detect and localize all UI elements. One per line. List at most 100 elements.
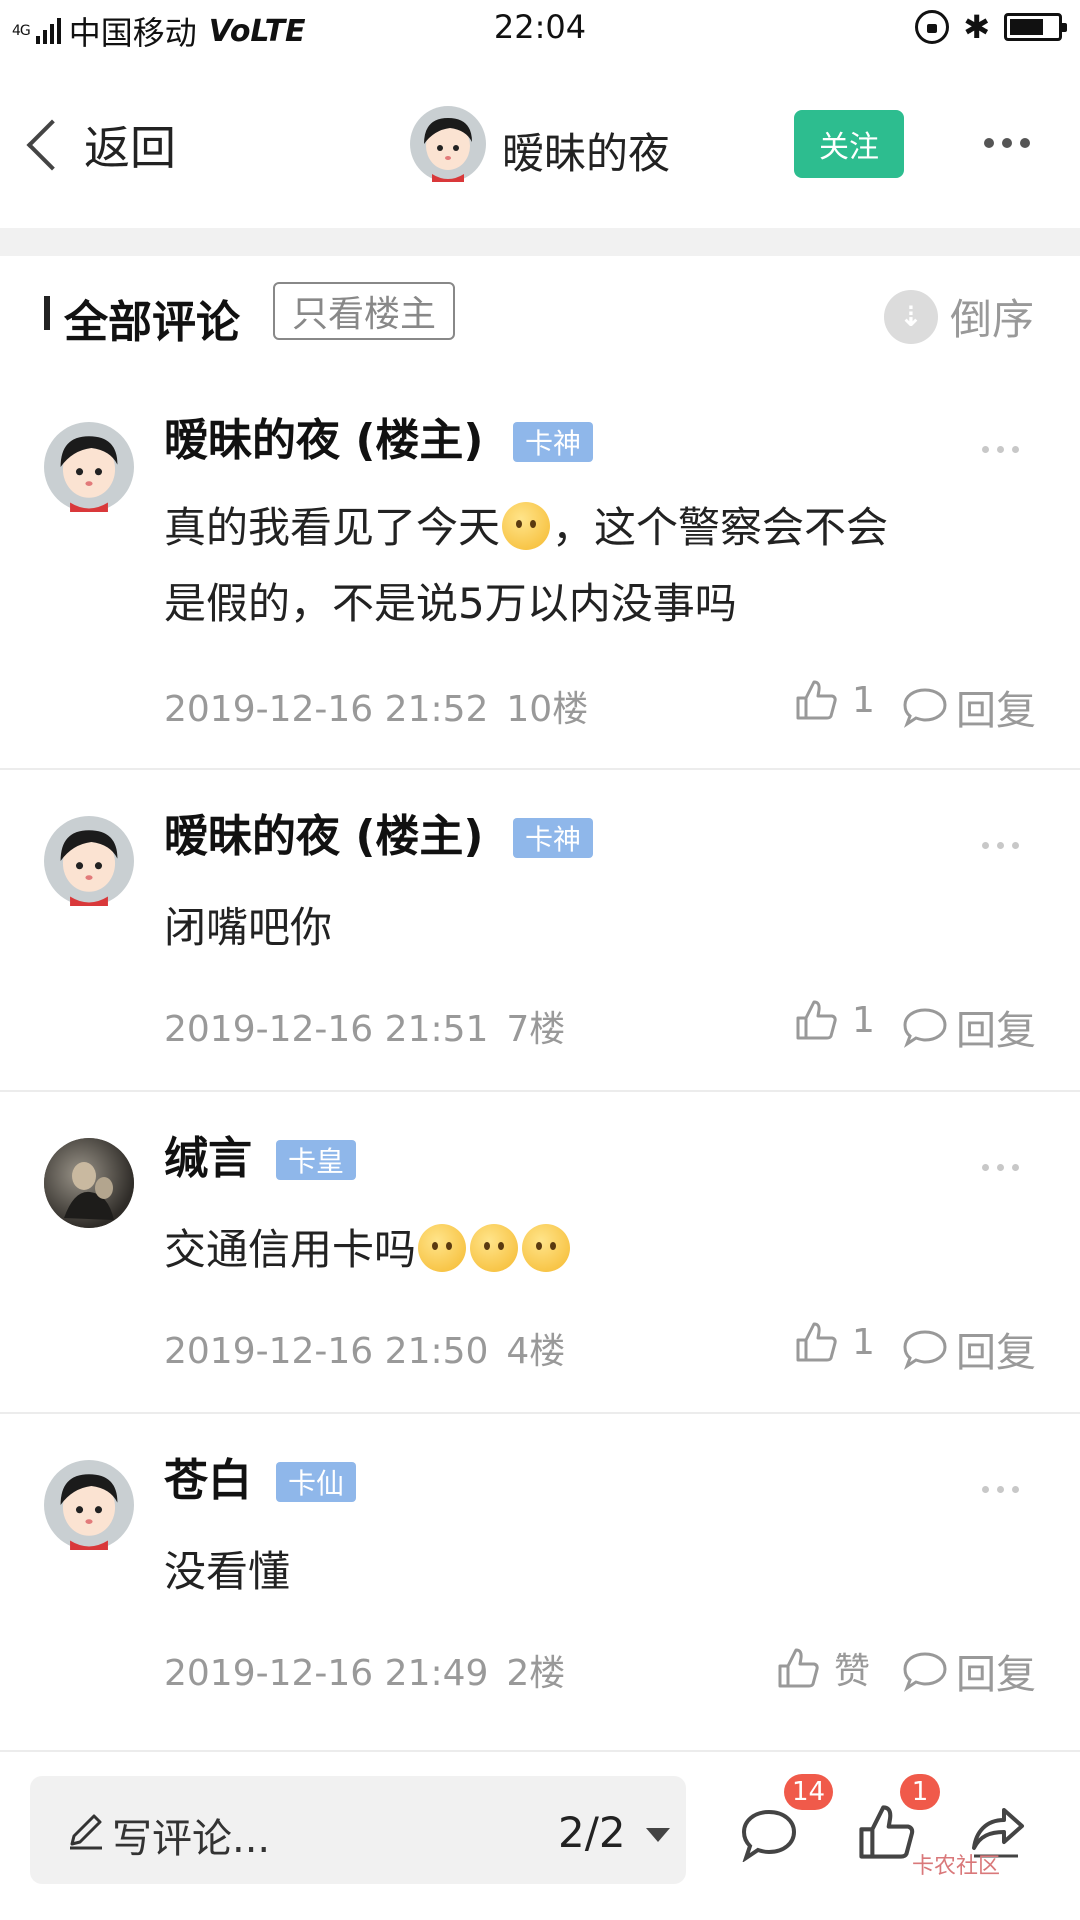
pencil-icon <box>70 1814 102 1850</box>
back-button[interactable]: 返回 <box>22 112 176 178</box>
user-badge: 卡皇 <box>276 1140 357 1180</box>
lock-rotation-icon <box>915 10 950 44</box>
comment-text: 真的我看见了今天 ，这个警察会不会 是假的，不是说5万以内没事吗 <box>164 490 1024 642</box>
comment-meta: 2019-12-16 21:49 2楼 <box>164 1644 565 1696</box>
thumbs-up-icon <box>859 1805 915 1859</box>
status-right: ✱ <box>915 10 1067 44</box>
comments-header: 全部评论 只看楼主 ⇣ 倒序 <box>0 256 1080 366</box>
user-badge: 卡神 <box>513 422 594 462</box>
floor-number: 7楼 <box>506 1009 566 1050</box>
avatar[interactable] <box>44 422 134 516</box>
comment-meta: 2019-12-16 21:50 4楼 <box>164 1322 565 1374</box>
comment-meta: 2019-12-16 21:52 10楼 <box>164 680 588 732</box>
comment-author[interactable]: 暧昧的夜 (楼主) <box>164 404 484 468</box>
comment-author[interactable]: 缄言 <box>164 1122 252 1186</box>
battery-icon <box>1004 13 1067 41</box>
comment-more-icon[interactable] <box>982 1486 1019 1493</box>
user-badge: 卡神 <box>513 818 594 858</box>
chat-bubble-icon <box>903 688 947 728</box>
comment-meta: 2019-12-16 21:51 7楼 <box>164 1000 565 1052</box>
comment-time: 2019-12-16 21:51 <box>164 1009 489 1050</box>
floor-number: 10楼 <box>506 689 589 730</box>
avatar[interactable] <box>44 816 134 910</box>
like-button[interactable]: 1 <box>794 998 875 1042</box>
comments-button[interactable]: 14 <box>740 1774 834 1866</box>
like-button[interactable]: 1 <box>794 1320 875 1364</box>
only-op-button[interactable]: 只看楼主 <box>273 282 455 340</box>
section-divider <box>0 228 1080 256</box>
sort-label: 倒序 <box>950 295 1035 344</box>
like-button[interactable]: 赞 <box>776 1642 870 1694</box>
comment-author[interactable]: 暧昧的夜 (楼主) <box>164 800 484 864</box>
caret-down-icon[interactable] <box>646 1828 670 1842</box>
comment-author[interactable]: 苍白 <box>164 1444 252 1508</box>
floor-number: 4楼 <box>506 1331 566 1372</box>
more-options-icon[interactable] <box>984 138 1030 148</box>
thumbs-up-icon <box>778 1648 819 1688</box>
sort-button[interactable]: ⇣ 倒序 <box>884 286 1034 347</box>
astonished-emoji-icon <box>502 502 551 550</box>
comment-text-part: 交通信用卡吗 <box>164 1225 417 1274</box>
comment-item: 苍白 卡仙 没看懂 2019-12-16 21:49 2楼 赞 回复 <box>0 1414 1080 1734</box>
status-bar: 4G 中国移动 VoLTE 22:04 ✱ <box>0 0 1080 58</box>
like-count: 1 <box>852 999 875 1041</box>
comment-text: 没看懂 <box>164 1547 291 1596</box>
write-comment-input[interactable]: 写评论... 2/2 <box>30 1776 686 1884</box>
avatar[interactable] <box>410 106 486 186</box>
reply-label: 回复 <box>956 1008 1036 1054</box>
comment-item: 暧昧的夜 (楼主) 卡神 闭嘴吧你 2019-12-16 21:51 7楼 1 回… <box>0 770 1080 1090</box>
comment-text-part: ，这个警察会不会 <box>552 503 889 552</box>
comment-more-icon[interactable] <box>982 842 1019 849</box>
bottom-bar: 写评论... 2/2 14 1 卡农社区 <box>0 1750 1080 1920</box>
page-title: 暧昧的夜 <box>502 129 671 178</box>
comment-text-part: 是假的，不是说5万以内没事吗 <box>164 579 737 628</box>
like-count-badge: 1 <box>900 1774 940 1810</box>
comment-text: 闭嘴吧你 <box>164 903 333 952</box>
chat-bubble-icon <box>903 1008 947 1048</box>
chat-bubble-icon <box>903 1330 947 1370</box>
comment-item: 缄言 卡皇 交通信用卡吗 2019-12-16 21:50 4楼 1 回复 <box>0 1092 1080 1412</box>
floor-number: 2楼 <box>506 1653 566 1694</box>
comment-time: 2019-12-16 21:50 <box>164 1331 489 1372</box>
like-label: 赞 <box>834 1651 871 1692</box>
user-badge: 卡仙 <box>276 1462 357 1502</box>
thumbs-up-icon <box>796 1322 837 1362</box>
reply-label: 回复 <box>956 1330 1036 1376</box>
frown-emoji-icon <box>522 1224 571 1272</box>
reply-label: 回复 <box>956 1652 1036 1698</box>
page-indicator[interactable]: 2/2 <box>558 1808 626 1857</box>
reply-button[interactable]: 回复 <box>902 998 1036 1056</box>
like-count: 1 <box>852 1321 875 1363</box>
nav-bar: 返回 暧昧的夜 关注 <box>0 58 1080 228</box>
comment-item: 暧昧的夜 (楼主) 卡神 真的我看见了今天 ，这个警察会不会 是假的，不是说5万以… <box>0 366 1080 766</box>
chat-bubble-icon <box>903 1652 947 1692</box>
comment-text-part: 真的我看见了今天 <box>164 503 501 552</box>
reply-label: 回复 <box>956 688 1036 734</box>
comment-more-icon[interactable] <box>982 446 1019 453</box>
write-comment-placeholder: 写评论... <box>112 1816 271 1862</box>
like-post-button[interactable]: 1 <box>856 1774 940 1866</box>
section-title: 全部评论 <box>64 297 240 348</box>
comment-count-badge: 14 <box>784 1774 834 1810</box>
avatar[interactable] <box>44 1138 134 1232</box>
watermark-logo: 卡农社区 <box>912 1854 1001 1879</box>
comment-time: 2019-12-16 21:52 <box>164 689 489 730</box>
like-button[interactable]: 1 <box>794 678 875 722</box>
comment-time: 2019-12-16 21:49 <box>164 1653 489 1694</box>
frown-emoji-icon <box>418 1224 467 1272</box>
follow-button[interactable]: 关注 <box>794 110 904 178</box>
comment-more-icon[interactable] <box>982 1164 1019 1171</box>
section-marker <box>44 296 50 330</box>
back-label: 返回 <box>84 121 176 175</box>
thumbs-up-icon <box>796 680 837 720</box>
reply-button[interactable]: 回复 <box>902 1642 1036 1700</box>
frown-emoji-icon <box>470 1224 519 1272</box>
like-count: 1 <box>852 679 875 721</box>
chat-bubble-icon <box>741 1809 797 1863</box>
reply-button[interactable]: 回复 <box>902 1320 1036 1378</box>
thumbs-up-icon <box>796 1000 837 1040</box>
avatar[interactable] <box>44 1460 134 1554</box>
reply-button[interactable]: 回复 <box>902 678 1036 736</box>
chevron-left-icon <box>26 119 78 171</box>
comment-text: 交通信用卡吗 <box>164 1212 1024 1288</box>
